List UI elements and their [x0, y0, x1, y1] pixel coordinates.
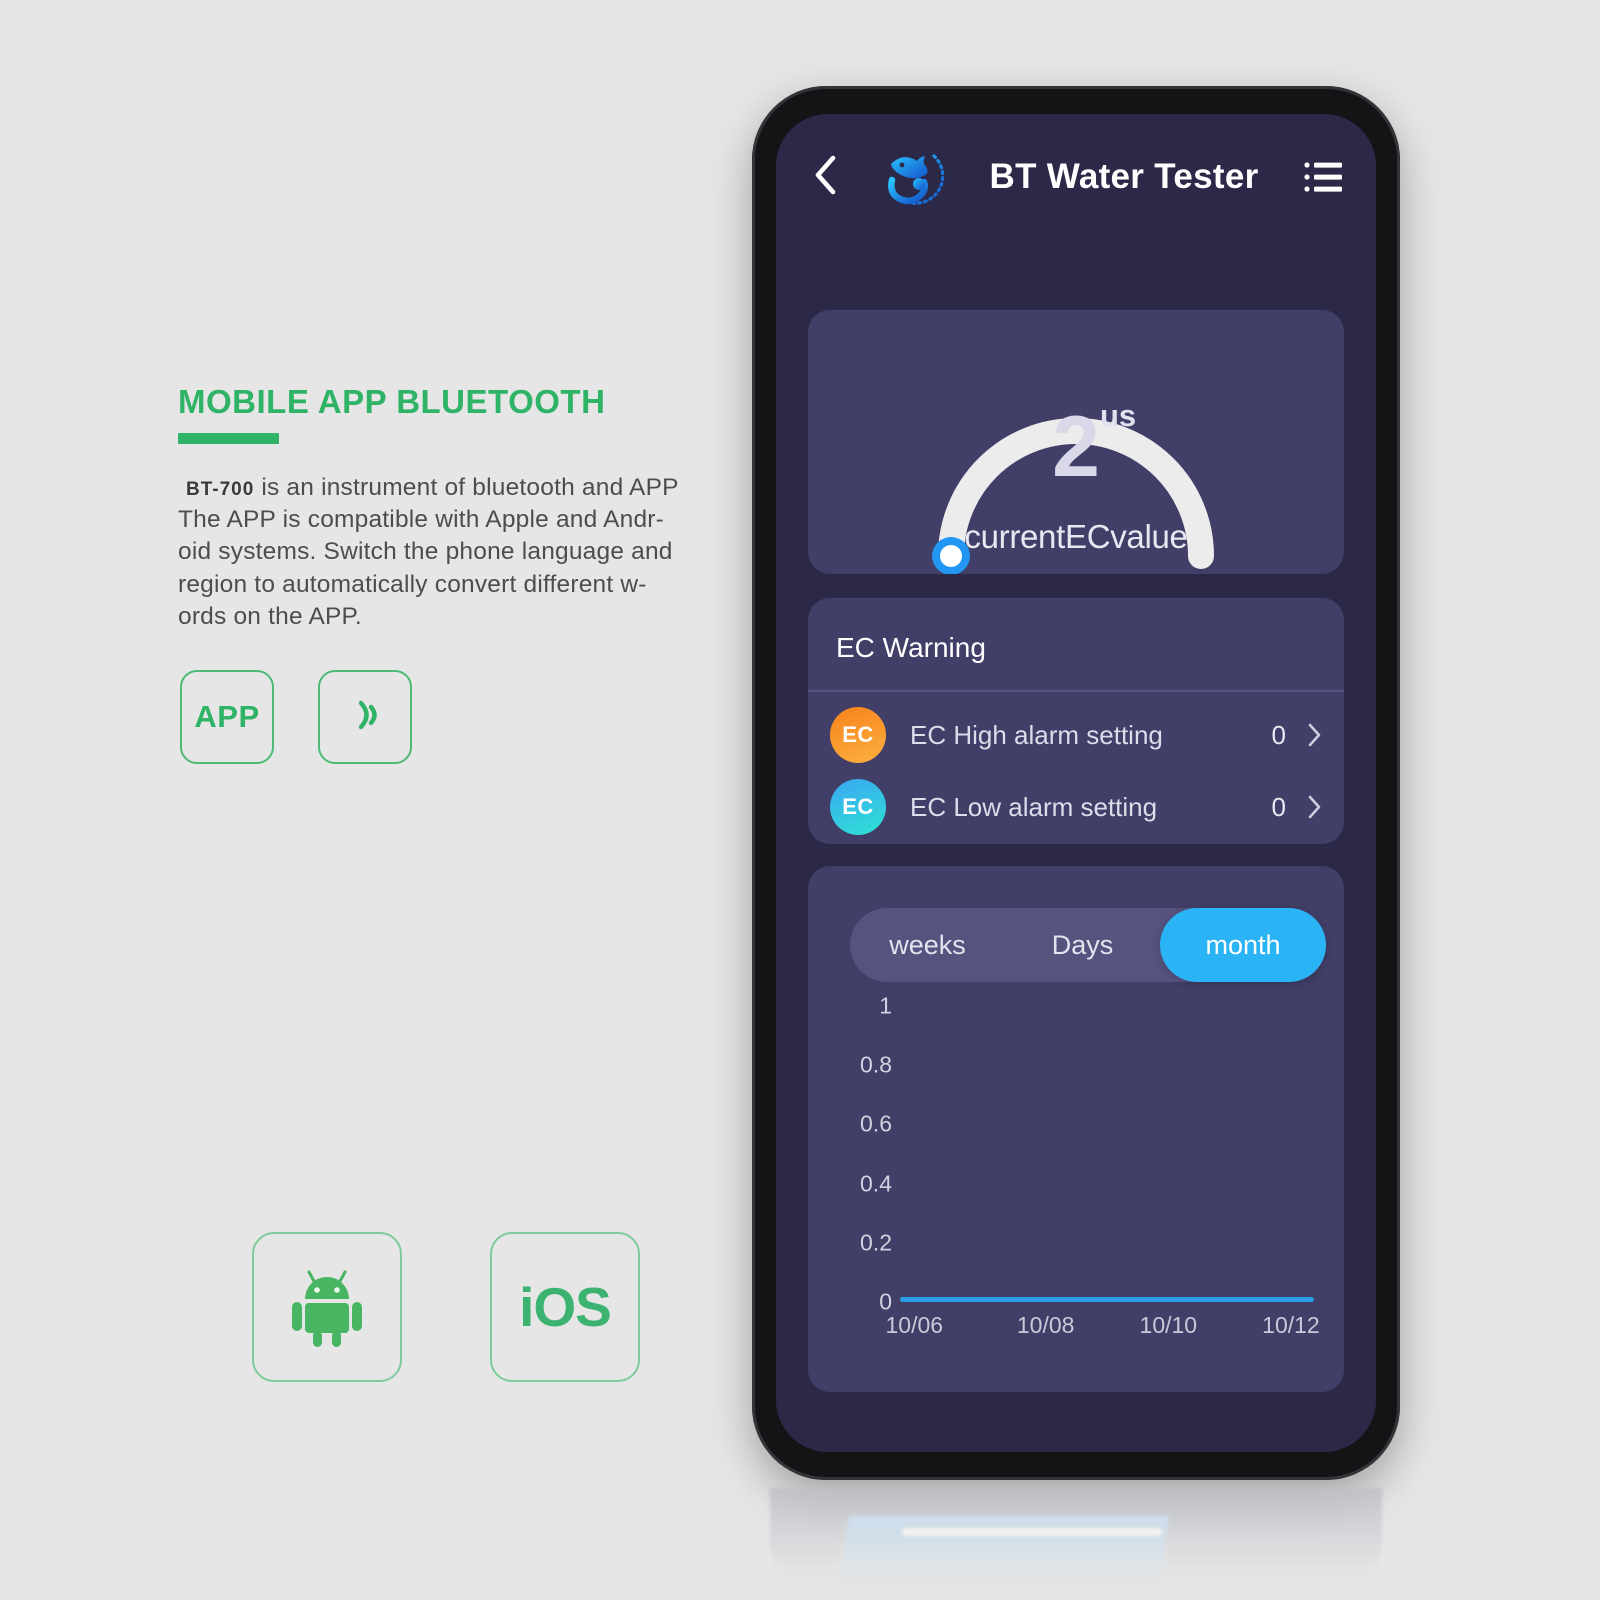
x-tick-1008: 10/08 [1016, 1312, 1075, 1338]
android-robot-icon [284, 1259, 370, 1356]
phone-mockup: BT Water Tester 2 us currentECvalue EC W… [752, 86, 1400, 1480]
app-header: BT Water Tester [776, 114, 1376, 240]
store-badge-row: iOS [252, 1232, 640, 1382]
reflection-highlight [902, 1528, 1162, 1536]
ec-high-alarm-row[interactable]: EC EC High alarm setting 0 [808, 698, 1344, 772]
chevron-right-icon [1308, 794, 1322, 820]
gauge-unit: us [1100, 398, 1137, 433]
y-tick-08: 0.8 [860, 1051, 892, 1078]
gauge-label: currentECvalue [964, 518, 1188, 555]
plot-area [900, 1006, 1314, 1302]
back-button[interactable] [806, 155, 846, 197]
marketing-body-line-3: oid systems. Switch the phone language a… [178, 538, 673, 566]
ec-low-badge-icon: EC [830, 779, 886, 835]
history-chart-card: weeks Days month 1 0.8 0.6 0.4 0.2 0 10/… [808, 866, 1344, 1392]
ec-gauge: 2 us currentECvalue [876, 324, 1276, 575]
marketing-panel: MOBILE APP BLUETOOTH BT-700 is an instru… [178, 383, 758, 633]
ios-badge: iOS [490, 1232, 640, 1382]
ec-low-alarm-value: 0 [1271, 791, 1286, 822]
line-chart: 1 0.8 0.6 0.4 0.2 0 10/06 10/08 10/10 10… [830, 993, 1326, 1376]
gauge-card: 2 us currentECvalue [808, 310, 1344, 575]
chevron-left-icon [812, 153, 840, 202]
model-tag: BT-700 [186, 479, 255, 501]
app-screen: BT Water Tester 2 us currentECvalue EC W… [776, 114, 1376, 1452]
y-tick-04: 0.4 [860, 1170, 892, 1197]
marketing-body-line-4: region to automatically convert differen… [178, 570, 647, 598]
x-tick-1006: 10/06 [885, 1312, 944, 1338]
ec-low-alarm-row[interactable]: EC EC Low alarm setting 0 [808, 770, 1344, 844]
android-badge [252, 1232, 402, 1382]
y-tick-1: 1 [879, 992, 892, 1019]
app-title: BT Water Tester [989, 157, 1259, 196]
y-axis: 1 0.8 0.6 0.4 0.2 0 [830, 993, 892, 1315]
app-badge-label: APP [194, 699, 260, 734]
phone-screen: BT Water Tester 2 us currentECvalue EC W… [776, 114, 1376, 1452]
ec-high-alarm-label: EC High alarm setting [910, 719, 1163, 750]
ec-warning-title: EC Warning [836, 632, 986, 663]
ec-low-alarm-label: EC Low alarm setting [910, 791, 1158, 822]
wireless-waves-icon [345, 693, 385, 742]
time-range-segmented-control: weeks Days month [850, 908, 1326, 982]
tab-weeks[interactable]: weeks [850, 908, 1005, 982]
x-tick-1010: 10/10 [1139, 1312, 1198, 1338]
page-title: MOBILE APP BLUETOOTH [178, 383, 606, 420]
x-axis: 10/06 10/08 10/10 10/12 [885, 1312, 1326, 1352]
headline-underline [178, 433, 279, 445]
fish-logo-icon [872, 138, 950, 216]
marketing-body: BT-700 is an instrument of bluetooth and… [178, 472, 758, 632]
ec-high-badge-icon: EC [830, 707, 886, 763]
tab-days[interactable]: Days [1005, 908, 1160, 982]
y-tick-06: 0.6 [860, 1110, 892, 1137]
app-badge: APP [180, 670, 274, 764]
ec-warning-card: EC Warning EC EC High alarm setting 0 EC… [808, 598, 1344, 844]
tab-month[interactable]: month [1160, 908, 1326, 982]
ec-high-alarm-value: 0 [1271, 719, 1286, 750]
marketing-body-line-5: ords on the APP. [178, 602, 362, 630]
y-tick-02: 0.2 [860, 1229, 892, 1256]
wireless-badge [318, 670, 412, 764]
chevron-right-icon [1308, 722, 1322, 748]
ios-badge-label: iOS [519, 1276, 612, 1338]
reflection-glass [841, 1516, 1169, 1576]
feature-badge-row: APP [180, 670, 412, 764]
list-menu-icon[interactable] [1302, 157, 1346, 197]
gauge-value: 2 [1052, 399, 1100, 495]
divider [808, 690, 1344, 692]
marketing-body-line-2: The APP is compatible with Apple and And… [178, 506, 664, 534]
phone-reflection [770, 1488, 1382, 1600]
marketing-body-line-1: is an instrument of bluetooth and APP [261, 474, 679, 502]
x-tick-1012: 10/12 [1262, 1312, 1320, 1338]
series-line-ec [900, 1297, 1314, 1302]
